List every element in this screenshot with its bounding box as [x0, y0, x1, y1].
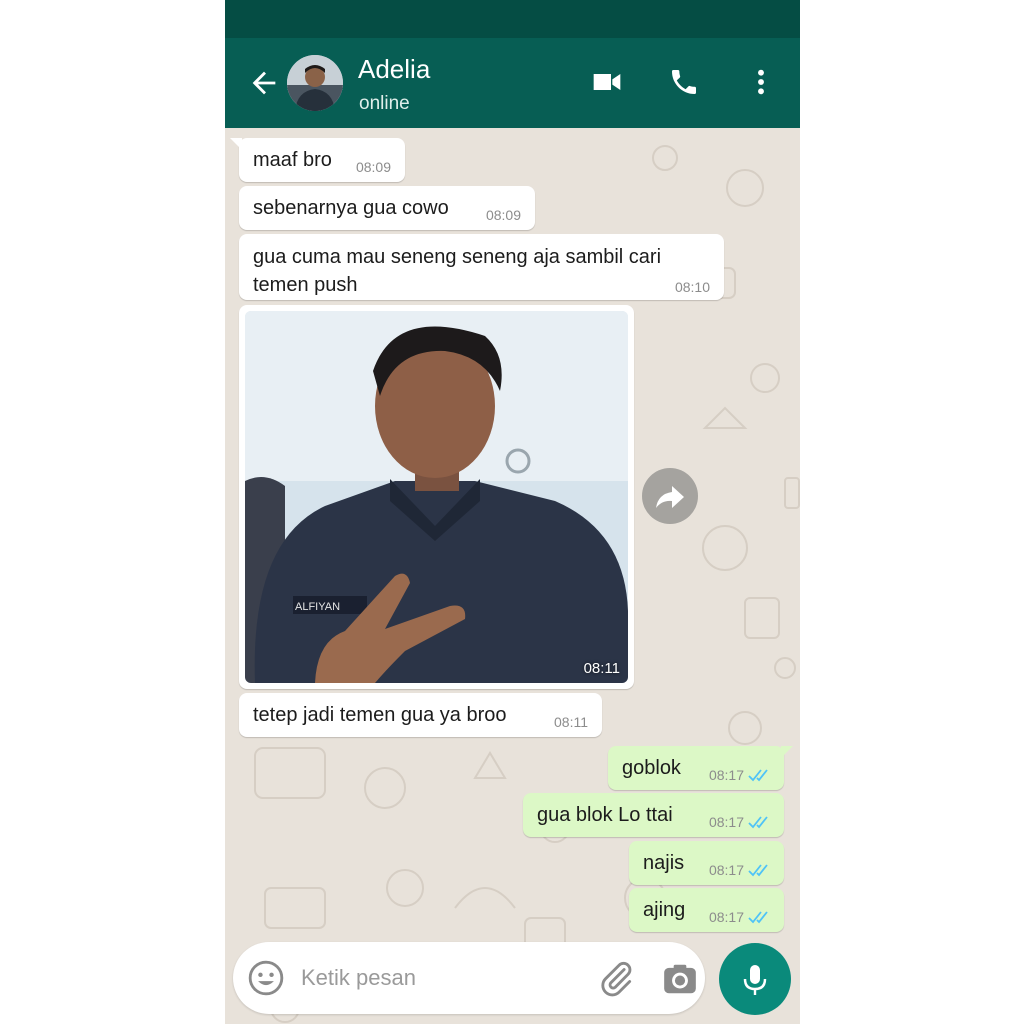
name-tag-text: ALFIYAN — [295, 601, 340, 613]
mic-button[interactable] — [719, 943, 791, 1015]
double-check-icon — [748, 864, 768, 877]
message-time: 08:11 — [583, 660, 620, 677]
message-time: 08:17 — [708, 862, 744, 878]
photo[interactable]: ALFIYAN — [245, 311, 628, 683]
phone-icon[interactable] — [668, 66, 700, 98]
more-vert-icon[interactable] — [745, 66, 777, 98]
message-bubble-incoming[interactable]: gua cuma mau seneng seneng aja sambil ca… — [239, 234, 724, 300]
contact-name[interactable]: Adelia — [358, 54, 430, 85]
message-time: 08:17 — [708, 767, 744, 783]
message-input[interactable] — [301, 956, 571, 1000]
camera-icon[interactable] — [661, 960, 699, 998]
message-composer — [233, 942, 705, 1014]
message-text: goblok — [622, 757, 681, 779]
chat-header: Adelia online — [225, 38, 800, 128]
mic-icon — [743, 965, 767, 995]
message-time: 08:10 — [674, 279, 710, 295]
message-time: 08:17 — [708, 909, 744, 925]
message-bubble-incoming[interactable]: maaf bro 08:09 — [230, 138, 405, 182]
message-time: 08:17 — [708, 814, 744, 830]
bubble-tail — [230, 138, 242, 150]
message-bubble-incoming[interactable]: tetep jadi temen gua ya broo 08:11 — [239, 693, 602, 737]
message-text: najis — [643, 852, 685, 874]
double-check-icon — [748, 816, 768, 829]
double-check-icon — [748, 769, 768, 782]
image-message[interactable]: ALFIYAN 08:11 — [239, 305, 634, 689]
contact-status: online — [359, 93, 410, 114]
message-text: gua blok Lo ttai — [537, 804, 673, 826]
message-time: 08:11 — [554, 714, 588, 730]
emoji-icon[interactable] — [247, 959, 285, 997]
phone-screen: Adelia online maaf bro 08:09 sebenarnya … — [225, 0, 800, 1024]
chat-area[interactable]: maaf bro 08:09 sebenarnya gua cowo 08:09… — [225, 128, 800, 1024]
paperclip-icon[interactable] — [598, 960, 636, 998]
forward-icon — [656, 486, 684, 508]
message-text: sebenarnya gua cowo — [253, 197, 449, 219]
message-text: ajing — [643, 899, 686, 921]
message-bubble-outgoing[interactable]: goblok 08:17 — [608, 746, 793, 790]
message-text: maaf bro — [253, 149, 332, 171]
message-bubble-incoming[interactable]: sebenarnya gua cowo 08:09 — [239, 186, 535, 230]
message-bubble-outgoing[interactable]: gua blok Lo ttai 08:17 — [523, 793, 784, 837]
status-bar — [225, 0, 800, 38]
message-text: gua cuma mau seneng seneng aja sambil ca… — [253, 246, 662, 296]
message-bubble-outgoing[interactable]: ajing 08:17 — [629, 888, 784, 932]
message-time: 08:09 — [355, 159, 391, 175]
arrow-left-icon[interactable] — [247, 66, 281, 100]
video-call-icon[interactable] — [591, 66, 623, 98]
bubble-tail — [781, 746, 793, 758]
avatar[interactable] — [287, 55, 343, 111]
message-time: 08:09 — [485, 207, 521, 223]
forward-button[interactable] — [642, 468, 698, 524]
message-bubble-outgoing[interactable]: najis 08:17 — [629, 841, 784, 885]
double-check-icon — [748, 911, 768, 924]
message-text: tetep jadi temen gua ya broo — [253, 704, 507, 726]
